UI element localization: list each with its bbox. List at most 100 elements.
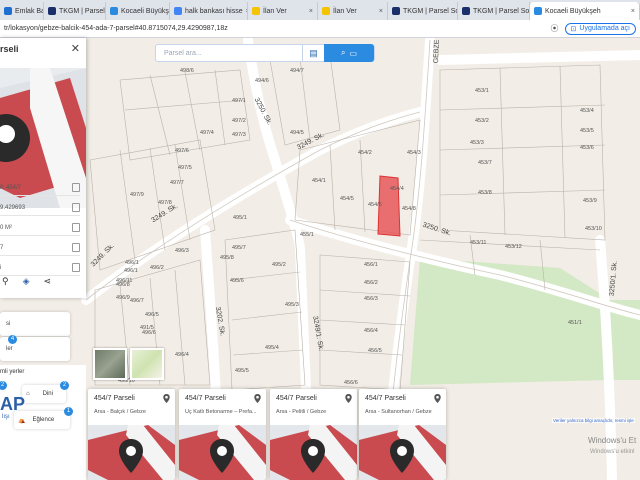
parcel-label: 456/5: [368, 348, 382, 354]
parcel-label: 497/4: [200, 130, 214, 136]
browser-tab[interactable]: TKGM | Parsel Sor×: [388, 2, 458, 20]
sahibinden-icon: [322, 7, 330, 15]
parcel-label: 495/5: [235, 368, 249, 374]
parcel-label: 453/2: [475, 118, 489, 124]
card-title: 454/7 Parseli: [185, 395, 226, 402]
parcel-label: 497/9: [130, 192, 144, 198]
side-item-2[interactable]: ler 4: [0, 335, 70, 361]
parcel-label: 498/6: [180, 68, 194, 74]
parcel-label: 454/4: [390, 186, 404, 192]
listing-card[interactable]: 454/7 Parseli Arsa - Pelitli / Gebze: [270, 389, 357, 480]
windows-activation-title: Windows'u Et: [588, 436, 637, 445]
parcel-label: 454/2: [358, 150, 372, 156]
card-image: [179, 425, 266, 480]
card-image: [359, 425, 446, 480]
parcel-label: 495/2: [272, 262, 286, 268]
browser-tab[interactable]: İlan Ver ×: [248, 2, 318, 20]
card-subtitle: Arsa - Balçık / Gebze: [94, 409, 146, 415]
satellite-layer-thumbnail[interactable]: [93, 348, 127, 380]
listing-card[interactable]: 454/7 Parseli Arsa - Sultanorhan / Gebze: [359, 389, 446, 480]
parcel-search-bar[interactable]: Parsel ara... ▤ ⌕ ▭: [155, 44, 375, 62]
location-pin-icon: [163, 394, 170, 403]
parcel-label: 496/1: [124, 268, 138, 274]
browser-tab[interactable]: İlan Ver ×: [318, 2, 388, 20]
kocaeli-icon: [534, 7, 542, 15]
tab-label: Emlak Banka: [15, 7, 43, 15]
parcel-label: 454/8: [402, 206, 416, 212]
address-bar[interactable]: tr/lokasyon/gebze-balcik-454-ada-7-parse…: [0, 20, 640, 38]
parcel-label: 494/7: [290, 68, 304, 74]
parcel-label: 454/1: [312, 178, 326, 184]
card-subtitle: Arsa - Sultanorhan / Gebze: [365, 409, 432, 415]
location-icon[interactable]: ⦿: [551, 23, 559, 34]
card-subtitle: Üç Katlı Betonarme – Prefa...: [185, 409, 257, 415]
info-row: 9.429693: [0, 200, 80, 216]
location-pin-icon[interactable]: ⚲: [2, 276, 9, 287]
parcel-label: 495/4: [265, 345, 279, 351]
search-input[interactable]: Parsel ara...: [156, 50, 302, 57]
browser-tab[interactable]: halk bankası hisse×: [170, 2, 248, 20]
parcel-label: 496/9: [116, 295, 130, 301]
parcel-label: 496/5: [145, 312, 159, 318]
copy-icon[interactable]: [72, 223, 80, 232]
card-image: [88, 425, 175, 480]
info-row: il: 454/7: [0, 180, 80, 196]
search-button[interactable]: ⌕ ▭: [324, 44, 374, 62]
close-tab-icon[interactable]: ×: [309, 8, 313, 15]
parcel-label: 494/6: [255, 78, 269, 84]
windows-activation-sub: Windows'u etkinl: [590, 449, 635, 455]
location-pin-icon: [434, 394, 441, 403]
parcel-label: 456/4: [364, 328, 378, 334]
tab-label: TKGM | Parsel Sor: [473, 7, 530, 15]
brand-logo[interactable]: AP: [0, 394, 25, 415]
parcel-label: 453/3: [470, 140, 484, 146]
side-item-1[interactable]: si: [0, 312, 70, 336]
listing-card[interactable]: 454/7 Parseli Üç Katlı Betonarme – Prefa.…: [179, 389, 266, 480]
street-label: GEBZE: [432, 39, 441, 64]
browser-tab[interactable]: Emlak Banka×: [0, 2, 44, 20]
filter-icon: ▭: [349, 48, 358, 58]
card-image: [270, 425, 357, 480]
count-badge: 4: [8, 335, 17, 344]
copy-icon[interactable]: [72, 203, 80, 212]
parcel-label: 497/8: [158, 200, 172, 206]
street-layer-thumbnail[interactable]: [130, 348, 164, 380]
parcel-label: 495/6: [230, 278, 244, 284]
parcel-label: 454/3: [407, 150, 421, 156]
copy-icon[interactable]: [72, 263, 80, 272]
parcel-label: 454/6: [368, 202, 382, 208]
parcel-label: 497/2: [232, 118, 246, 124]
tab-label: Kocaeli Büyükşeh: [121, 7, 169, 15]
tab-label: Kocaeli Büyükşeh: [545, 7, 601, 15]
tab-label: TKGM | Parsel Sor: [403, 7, 458, 15]
browser-tab[interactable]: Kocaeli Büyükşeh ×: [530, 2, 640, 20]
layers-icon[interactable]: ◈: [23, 276, 30, 287]
listing-card[interactable]: 454/7 Parseli Arsa - Balçık / Gebze: [88, 389, 175, 480]
copy-icon[interactable]: [72, 183, 80, 192]
close-icon[interactable]: ✕: [71, 42, 80, 55]
browser-tab[interactable]: TKGM | Parsel Sor×: [44, 2, 106, 20]
map-credit[interactable]: Veriler yalnızca bilgi amaçlıdır, resmi …: [552, 418, 635, 423]
parcel-label: 453/12: [505, 244, 522, 250]
parcel-info-panel: rseli ✕ il: 454/7 9.429693 0 M² 7 i ⚲ ◈ ⋖: [0, 38, 86, 298]
parcel-label: 453/4: [580, 108, 594, 114]
card-title: 454/7 Parseli: [276, 395, 317, 402]
browser-tab[interactable]: Kocaeli Büyükşeh×: [106, 2, 170, 20]
parcel-label: 455/1: [300, 232, 314, 238]
tab-label: İlan Ver: [333, 7, 357, 15]
close-tab-icon[interactable]: ×: [379, 8, 383, 15]
mosque-icon: ⌂: [26, 391, 30, 397]
parcel-label: 497/6: [175, 148, 189, 154]
tab-label: halk bankası hisse: [185, 7, 243, 15]
copy-icon[interactable]: [72, 243, 80, 252]
close-tab-icon[interactable]: ×: [631, 8, 635, 15]
share-icon[interactable]: ⋖: [44, 276, 52, 287]
parcel-label: 496/1: [125, 260, 139, 266]
parcel-label: 456/3: [364, 296, 378, 302]
parcel-label: 456/1: [364, 262, 378, 268]
url-text[interactable]: tr/lokasyon/gebze-balcik-454-ada-7-parse…: [0, 25, 228, 32]
category-religious[interactable]: ⌂ Dini 2: [22, 381, 69, 403]
browser-tab[interactable]: TKGM | Parsel Sor×: [458, 2, 530, 20]
document-icon[interactable]: ▤: [302, 45, 324, 61]
open-in-app-button[interactable]: ⊡ Uygulamada açı: [564, 22, 636, 35]
